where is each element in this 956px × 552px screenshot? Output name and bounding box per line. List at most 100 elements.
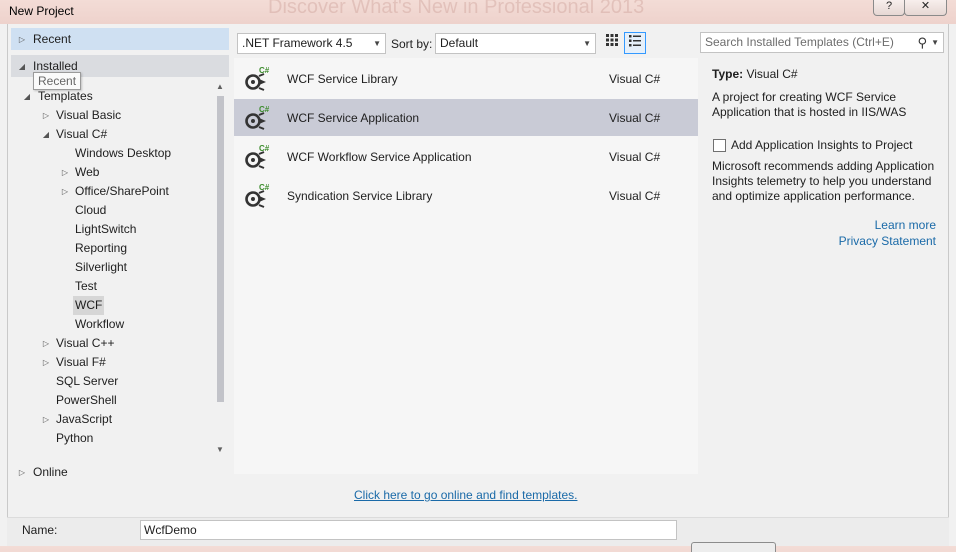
tree-item-label: Visual F#: [56, 355, 106, 369]
wcf-template-icon: C#: [245, 144, 270, 169]
help-button[interactable]: ?: [873, 0, 905, 16]
template-language: Visual C#: [609, 72, 661, 86]
chevron-down-icon[interactable]: ▼: [931, 33, 939, 52]
tree-item-silverlight[interactable]: Silverlight: [73, 258, 129, 277]
tree-item-windows-desktop[interactable]: Windows Desktop: [73, 144, 173, 163]
sort-label: Sort by:: [391, 37, 433, 51]
window-title: New Project: [9, 4, 74, 18]
tree-item-label: Reporting: [75, 241, 128, 255]
search-templates-input[interactable]: Search Installed Templates (Ctrl+E) ⚲ ▼: [700, 32, 944, 53]
tree-item-reporting[interactable]: Reporting: [73, 239, 129, 258]
tree-item-label: Visual C#: [56, 127, 108, 141]
tree-item-label: WCF: [73, 296, 105, 315]
expand-arrow-icon[interactable]: ▷: [60, 163, 70, 182]
tree-item-label: LightSwitch: [75, 222, 137, 236]
application-insights-note: Microsoft recommends adding Application …: [712, 159, 935, 203]
privacy-statement-link[interactable]: Privacy Statement: [839, 234, 936, 248]
expand-arrow-icon[interactable]: ▷: [41, 106, 51, 125]
expand-arrow-icon[interactable]: ▷: [41, 410, 51, 429]
collapse-arrow-icon[interactable]: ◢: [41, 125, 51, 144]
expand-arrow-icon[interactable]: ▷: [17, 30, 27, 49]
csharp-badge: C#: [259, 183, 270, 192]
template-language: Visual C#: [609, 111, 661, 125]
template-name: WCF Service Application: [287, 111, 420, 125]
template-description: A project for creating WCF Service Appli…: [712, 90, 907, 119]
template-item[interactable]: C# WCF Service Application Visual C#: [234, 99, 698, 136]
expand-arrow-icon[interactable]: ▷: [17, 463, 27, 482]
template-language: Visual C#: [609, 189, 661, 203]
tree-item-cloud[interactable]: Cloud: [73, 201, 108, 220]
expand-arrow-icon[interactable]: ▷: [41, 353, 51, 372]
template-item[interactable]: C# WCF Service Library Visual C#: [234, 60, 698, 97]
scroll-down-icon[interactable]: ▼: [214, 445, 226, 455]
tree-item-powershell[interactable]: PowerShell: [54, 391, 119, 410]
type-label: Type:: [712, 67, 744, 81]
learn-more-link[interactable]: Learn more: [875, 218, 936, 232]
sort-select[interactable]: Default ▼: [435, 33, 596, 54]
application-insights-label[interactable]: Add Application Insights to Project: [731, 138, 912, 152]
tree-item-visual-csharp[interactable]: Visual C#: [54, 125, 109, 144]
scroll-thumb[interactable]: [217, 96, 224, 402]
wcf-template-icon: C#: [245, 66, 270, 91]
close-button[interactable]: ✕: [904, 0, 947, 16]
tree-item-label: Online: [33, 465, 68, 479]
framework-select[interactable]: .NET Framework 4.5 ▼: [237, 33, 386, 54]
tree-scrollbar[interactable]: ▲ ▼: [214, 82, 226, 458]
list-view-icon: [629, 35, 641, 47]
type-line: Type: Visual C#: [712, 67, 798, 81]
chevron-down-icon: ▼: [373, 39, 381, 48]
tree-item-label: Python: [56, 431, 94, 445]
tree-item-label: Workflow: [75, 317, 125, 331]
wcf-template-icon: C#: [245, 183, 270, 208]
tree-item-label: Recent: [33, 32, 72, 46]
tree-item-label: SQL Server: [56, 374, 119, 388]
scroll-up-icon[interactable]: ▲: [214, 82, 226, 92]
tree-item-test[interactable]: Test: [73, 277, 99, 296]
project-name-input[interactable]: [140, 520, 677, 540]
template-name: WCF Workflow Service Application: [287, 150, 472, 164]
tree-item-lightswitch[interactable]: LightSwitch: [73, 220, 138, 239]
tree-item-label: Silverlight: [75, 260, 128, 274]
tree-item-wcf[interactable]: WCF: [73, 296, 105, 315]
tree-item-label: Web: [75, 165, 100, 179]
tree-item-visual-basic[interactable]: Visual Basic: [54, 106, 123, 125]
template-name: Syndication Service Library: [287, 189, 433, 203]
tree-item-visual-cpp[interactable]: Visual C++: [54, 334, 116, 353]
grid-view-button[interactable]: [601, 32, 623, 54]
search-placeholder: Search Installed Templates (Ctrl+E): [705, 35, 894, 49]
expand-arrow-icon[interactable]: ▷: [60, 182, 70, 201]
collapse-arrow-icon[interactable]: ◢: [17, 57, 27, 76]
tree-item-visual-fsharp[interactable]: Visual F#: [54, 353, 108, 372]
tree-item-online[interactable]: Online: [31, 463, 70, 482]
browse-button[interactable]: [691, 542, 776, 552]
find-templates-online-link[interactable]: Click here to go online and find templat…: [354, 488, 577, 502]
search-icon[interactable]: ⚲: [917, 33, 927, 52]
background-ghost-text: Discover What's New in Professional 2013: [268, 0, 645, 18]
grid-view-icon: [606, 34, 618, 46]
tree-item-label: Windows Desktop: [75, 146, 172, 160]
sort-value: Default: [440, 36, 479, 50]
wcf-template-icon: C#: [245, 105, 270, 130]
application-insights-checkbox[interactable]: [713, 139, 726, 152]
template-item[interactable]: C# WCF Workflow Service Application Visu…: [234, 138, 698, 175]
tree-item-label: Visual C++: [56, 336, 115, 350]
tree-item-recent[interactable]: Recent: [31, 30, 73, 49]
name-label: Name:: [22, 523, 58, 537]
type-value: Visual C#: [746, 67, 798, 81]
template-item[interactable]: C# Syndication Service Library Visual C#: [234, 177, 698, 214]
tree-item-office-sharepoint[interactable]: Office/SharePoint: [73, 182, 171, 201]
tree-item-label: Office/SharePoint: [75, 184, 169, 198]
tree-item-label: Visual Basic: [56, 108, 122, 122]
tree-item-web[interactable]: Web: [73, 163, 101, 182]
tree-item-label: PowerShell: [56, 393, 117, 407]
csharp-badge: C#: [259, 66, 270, 75]
tree-item-python[interactable]: Python: [54, 429, 95, 448]
tooltip: Recent: [33, 72, 82, 90]
tree-item-sql-server[interactable]: SQL Server: [54, 372, 120, 391]
list-view-button[interactable]: [624, 32, 646, 54]
collapse-arrow-icon[interactable]: ◢: [22, 87, 32, 106]
template-language: Visual C#: [609, 150, 661, 164]
expand-arrow-icon[interactable]: ▷: [41, 334, 51, 353]
tree-item-workflow[interactable]: Workflow: [73, 315, 126, 334]
tree-item-javascript[interactable]: JavaScript: [54, 410, 114, 429]
